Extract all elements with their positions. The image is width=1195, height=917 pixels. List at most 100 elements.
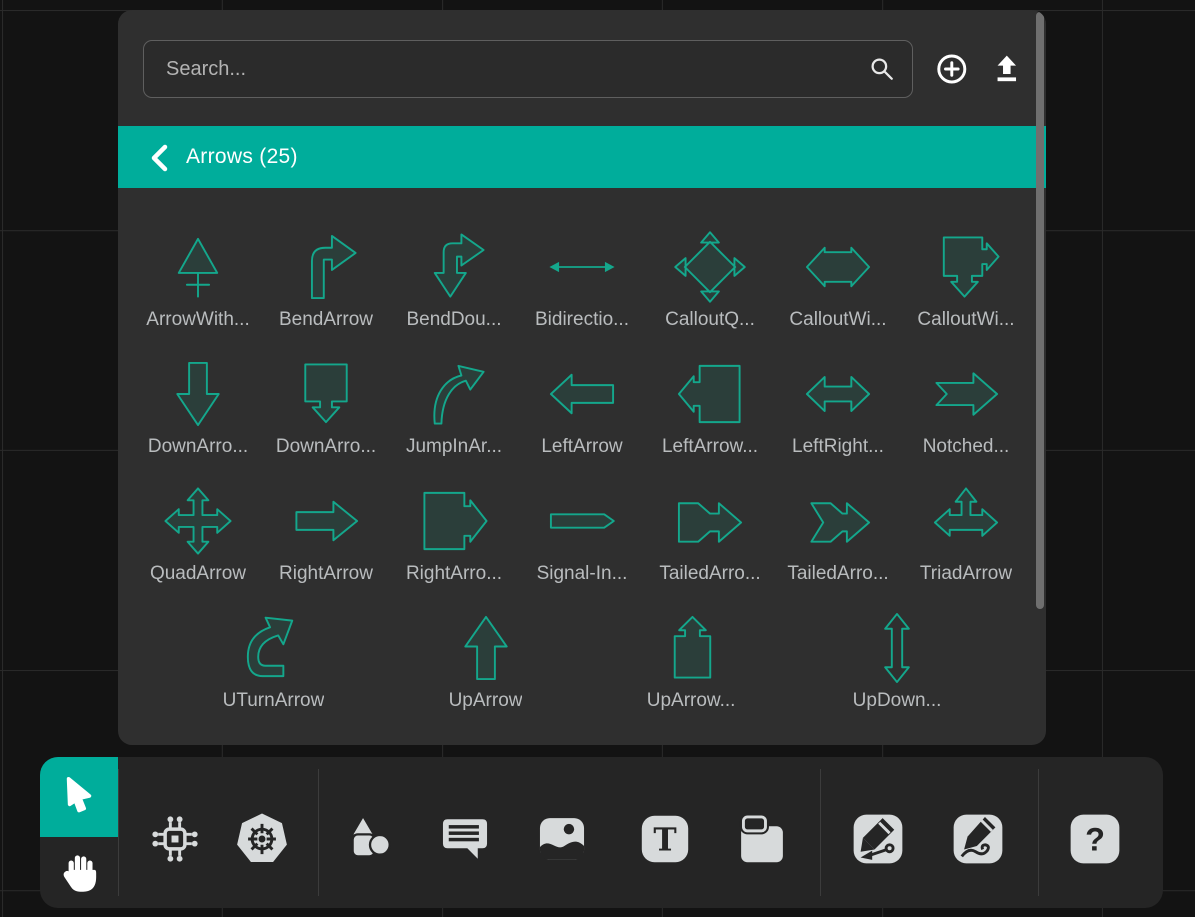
shape-label: BendDou... [406,309,501,331]
shape-item-bend-arrow[interactable]: BendArrow [262,230,390,331]
bend-double-arrow-icon [410,230,498,304]
up-arrow-callout-icon [647,611,735,685]
circuit-shapes-button[interactable] [146,810,204,868]
shape-label: LeftArrow... [662,436,758,458]
shape-item-left-arrow[interactable]: LeftArrow [518,357,646,458]
bottom-toolbar: T ? [40,757,1163,908]
note-icon [733,810,791,868]
shape-label: ArrowWith... [146,309,249,331]
image-icon [533,810,591,868]
quad-arrow-icon [154,484,242,558]
up-down-arrow-icon [853,611,941,685]
shape-item-quad-arrow[interactable]: QuadArrow [134,484,262,585]
shape-label: UTurnArrow [223,690,325,712]
shape-label: DownArro... [148,436,248,458]
shape-label: JumpInAr... [406,436,502,458]
shape-label: CalloutQ... [665,309,755,331]
right-arrow-icon [282,484,370,558]
hand-icon [53,847,105,899]
panel-search-row [118,10,1046,98]
chevron-left-icon [148,144,172,172]
notched-right-arrow-icon [922,357,1010,431]
shapes-icon [341,810,399,868]
shape-item-bidirectional-arrow[interactable]: Bidirectio... [518,230,646,331]
shape-item-down-arrow-callout[interactable]: DownArro... [262,357,390,458]
shape-label: CalloutWi... [789,309,886,331]
tailed-arrow-icon [666,484,754,558]
shape-item-left-right-arrow[interactable]: LeftRight... [774,357,902,458]
down-arrow-callout-icon [282,357,370,431]
note-tool-button[interactable] [733,810,791,868]
toolbar-divider [820,769,821,896]
question-mark-icon: ? [1066,810,1124,868]
kubernetes-shapes-button[interactable] [233,810,291,868]
shape-item-up-down-arrow[interactable]: UpDown... [853,611,942,712]
add-circle-icon [935,52,969,86]
shape-item-left-arrow-callout[interactable]: LeftArrow... [646,357,774,458]
shape-item-jump-in-arrow[interactable]: JumpInAr... [390,357,518,458]
pan-tool-button[interactable] [40,837,118,908]
cursor-icon [53,771,105,823]
shape-item-u-turn-arrow[interactable]: UTurnArrow [223,611,325,712]
shape-grid: ArrowWith... BendArrow BendDou... Bidire… [118,188,1046,585]
circuit-chip-icon [146,810,204,868]
svg-text:T: T [653,823,676,859]
shape-item-callout-left-right-arrow[interactable]: CalloutWi... [774,230,902,331]
category-title: Arrows (25) [186,145,298,169]
basic-shapes-button[interactable] [341,810,399,868]
comment-icon [436,810,494,868]
freehand-draw-tool-button[interactable] [949,810,1007,868]
shape-label: TailedArro... [787,563,888,585]
comment-tool-button[interactable] [436,810,494,868]
category-header[interactable]: Arrows (25) [118,126,1046,188]
shape-item-right-arrow-callout[interactable]: RightArro... [390,484,518,585]
shape-label: CalloutWi... [917,309,1014,331]
shape-item-tailed-arrow-notched[interactable]: TailedArro... [774,484,902,585]
left-arrow-icon [538,357,626,431]
search-box [143,40,913,98]
shape-item-signal-in-arrow[interactable]: Signal-In... [518,484,646,585]
signal-in-arrow-icon [538,484,626,558]
image-tool-button[interactable] [533,810,591,868]
shape-item-up-arrow[interactable]: UpArrow [442,611,530,712]
shape-item-callout-right-down-arrow[interactable]: CalloutWi... [902,230,1030,331]
search-input[interactable] [143,40,913,98]
triad-arrow-icon [922,484,1010,558]
callout-quad-arrow-icon [666,230,754,304]
bend-arrow-icon [282,230,370,304]
shape-label: LeftArrow [541,436,622,458]
shape-label: LeftRight... [792,436,884,458]
toolbar-divider [318,769,319,896]
shape-item-down-arrow[interactable]: DownArro... [134,357,262,458]
upload-shape-button[interactable] [990,52,1024,86]
shape-item-arrow-with-tail[interactable]: ArrowWith... [134,230,262,331]
down-arrow-icon [154,357,242,431]
shape-item-up-arrow-callout[interactable]: UpArrow... [647,611,736,712]
u-turn-arrow-icon [229,611,317,685]
tailed-arrow-notched-icon [794,484,882,558]
shape-label: QuadArrow [150,563,246,585]
shape-item-right-arrow[interactable]: RightArrow [262,484,390,585]
shape-item-notched-right-arrow[interactable]: Notched... [902,357,1030,458]
connector-pen-tool-button[interactable] [849,810,907,868]
kubernetes-helm-icon [233,810,291,868]
search-icon [867,54,897,84]
right-arrow-callout-icon [410,484,498,558]
help-button[interactable]: ? [1066,810,1124,868]
shape-label: BendArrow [279,309,373,331]
callout-right-down-arrow-icon [922,230,1010,304]
add-shape-button[interactable] [935,52,969,86]
panel-scrollbar-thumb[interactable] [1036,12,1044,609]
shape-item-bend-double-arrow[interactable]: BendDou... [390,230,518,331]
toolbar-divider [118,769,119,896]
back-button[interactable] [148,144,172,170]
toolbar-divider [1038,769,1039,896]
shape-library-panel: Arrows (25) ArrowWith... BendArrow BendD… [118,10,1046,745]
shape-item-triad-arrow[interactable]: TriadArrow [902,484,1030,585]
select-tool-button[interactable] [40,757,118,837]
bidirectional-arrow-icon [538,230,626,304]
text-tool-button[interactable]: T [636,810,694,868]
shape-item-callout-quad-arrow[interactable]: CalloutQ... [646,230,774,331]
connector-pen-icon [849,810,907,868]
shape-item-tailed-arrow[interactable]: TailedArro... [646,484,774,585]
